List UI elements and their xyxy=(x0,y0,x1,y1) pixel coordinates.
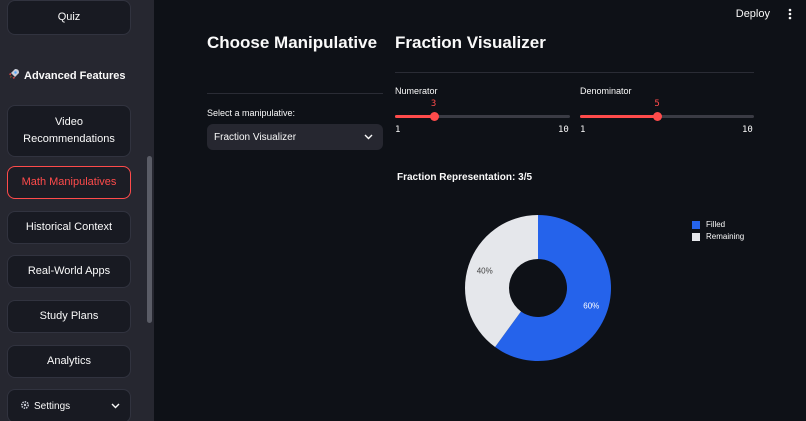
denominator-label: Denominator xyxy=(580,86,632,96)
top-bar: Deploy xyxy=(154,0,806,30)
numerator-value: 3 xyxy=(430,99,437,109)
rocket-icon xyxy=(8,68,20,83)
sidebar-item-label: Real-World Apps xyxy=(27,265,111,277)
sidebar-item-study-plans[interactable]: Study Plans xyxy=(7,300,131,333)
denominator-slider-thumb[interactable] xyxy=(653,112,663,121)
denominator-value: 5 xyxy=(654,99,660,109)
sidebar-item-analytics[interactable]: Analytics xyxy=(7,345,131,378)
fraction-visualizer-heading: Fraction Visualizer xyxy=(395,33,546,52)
settings-label-wrap: Settings xyxy=(20,400,70,413)
sidebar-item-label: Math Manipulatives xyxy=(21,176,117,188)
numerator-slider[interactable] xyxy=(395,112,570,121)
sidebar-item-label: Video Recommendations xyxy=(23,116,115,145)
sidebar-item-label: Study Plans xyxy=(39,310,99,322)
fraction-representation-title: Fraction Representation: 3/5 xyxy=(397,172,533,183)
denominator-slider-fill xyxy=(580,115,658,118)
chevron-down-icon xyxy=(111,401,120,412)
sidebar-item-label: Analytics xyxy=(46,355,92,367)
gear-icon xyxy=(20,400,30,413)
kebab-menu-icon[interactable] xyxy=(788,8,792,23)
choose-manipulative-heading: Choose Manipulative xyxy=(207,33,378,52)
sidebar-item-quiz[interactable]: Quiz xyxy=(7,0,131,35)
manipulative-select[interactable]: Fraction Visualizer xyxy=(207,124,383,150)
sidebar-item-real-world-apps[interactable]: Real-World Apps xyxy=(7,255,131,288)
divider xyxy=(207,93,383,94)
deploy-button[interactable]: Deploy xyxy=(736,8,770,20)
select-value: Fraction Visualizer xyxy=(214,131,297,143)
section-title: Advanced Features xyxy=(8,68,125,83)
legend-item-remaining: Remaining xyxy=(692,232,744,241)
sidebar: Quiz Advanced Features Video Recommendat… xyxy=(0,0,154,421)
main-content: Choose Manipulative Fraction Visualizer … xyxy=(154,30,806,421)
numerator-label: Numerator xyxy=(395,86,438,96)
sidebar-item-historical-context[interactable]: Historical Context xyxy=(7,211,131,244)
sidebar-item-video-recommendations[interactable]: Video Recommendations xyxy=(7,105,131,157)
legend-swatch-filled xyxy=(692,220,700,229)
sidebar-item-label: Quiz xyxy=(57,11,81,23)
fraction-chart: 60% 40% Filled Remaining xyxy=(395,188,754,418)
donut-label-remaining: 40% xyxy=(477,267,493,276)
donut-label-filled: 60% xyxy=(583,301,599,310)
denominator-min: 1 xyxy=(580,125,586,135)
denominator-slider[interactable] xyxy=(580,112,754,121)
settings-expander[interactable]: Settings xyxy=(7,389,131,421)
numerator-min: 1 xyxy=(395,125,401,135)
select-label: Select a manipulative: xyxy=(207,108,296,118)
numerator-slider-thumb[interactable] xyxy=(429,112,439,121)
denominator-max: 10 xyxy=(742,125,753,135)
legend-swatch-remaining xyxy=(692,232,700,241)
chevron-down-icon xyxy=(364,132,373,143)
sidebar-scrollbar[interactable] xyxy=(147,156,152,323)
divider xyxy=(395,72,754,73)
numerator-slider-fill xyxy=(395,115,434,118)
numerator-max: 10 xyxy=(558,125,569,135)
sidebar-item-label: Historical Context xyxy=(25,221,113,233)
sidebar-item-math-manipulatives[interactable]: Math Manipulatives xyxy=(7,166,131,199)
legend-item-filled: Filled xyxy=(692,220,744,229)
chart-legend: Filled Remaining xyxy=(692,220,744,244)
